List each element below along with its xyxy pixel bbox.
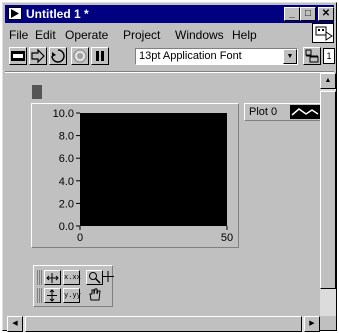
plot-legend-swatch[interactable]	[290, 105, 320, 119]
edit-text-button[interactable]	[9, 47, 27, 65]
hand-pan-icon	[89, 288, 101, 301]
align-objects-icon	[305, 49, 319, 63]
run-button[interactable]	[29, 47, 47, 65]
run-continuous-icon	[51, 49, 65, 63]
pause-button[interactable]	[91, 47, 109, 65]
minimize-button[interactable]: _	[284, 7, 300, 21]
menu-help[interactable]: Help	[232, 28, 257, 42]
toolbar-divider	[5, 71, 334, 73]
x-scale-lock-button[interactable]	[44, 270, 61, 285]
menu-project[interactable]: Project	[123, 28, 160, 42]
x-format-button[interactable]: x.xx	[63, 270, 81, 285]
y-scale-lock-icon	[47, 289, 57, 302]
horizontal-scroll-thumb[interactable]	[25, 316, 302, 332]
zoom-button[interactable]	[86, 270, 103, 285]
window-title: Untitled 1 *	[26, 7, 89, 21]
abort-button[interactable]	[71, 47, 89, 65]
maximize-button[interactable]: □	[300, 7, 316, 21]
palette-grip	[37, 270, 42, 285]
y-tick-label: 10.0	[53, 108, 74, 120]
waveform-line-icon	[291, 108, 319, 116]
run-continuously-button[interactable]	[49, 47, 67, 65]
front-panel[interactable]: 10.0 8.0 6.0 4.0 2.0 0.0 0 50 Plot 0 x.xx	[7, 75, 324, 314]
pause-icon	[96, 51, 104, 61]
menu-operate[interactable]: Operate	[65, 28, 108, 42]
scroll-left-button[interactable]: ◀	[7, 316, 23, 332]
x-tick-label: 50	[221, 232, 233, 244]
plot-legend-label: Plot 0	[249, 106, 278, 118]
vi-front-panel-window: Untitled 1 * _ □ ✕ File Edit Operate Pro…	[2, 2, 337, 332]
plot-area[interactable]	[80, 113, 227, 226]
vi-icon[interactable]	[312, 23, 334, 43]
menu-file[interactable]: File	[9, 28, 28, 42]
scroll-up-button[interactable]: ▲	[320, 73, 336, 89]
y-tick-label: 2.0	[59, 198, 74, 210]
y-tick-label: 4.0	[59, 176, 74, 188]
edit-text-icon	[11, 51, 25, 61]
scroll-right-button[interactable]: ▶	[304, 316, 320, 332]
align-objects-button[interactable]	[303, 47, 321, 65]
close-button[interactable]: ✕	[318, 7, 334, 21]
run-arrow-icon	[31, 48, 45, 64]
x-scale-lock-icon	[46, 273, 59, 283]
y-scale-lock-button[interactable]	[44, 288, 61, 303]
zoom-icon	[89, 272, 101, 284]
crosshair-button[interactable]	[102, 270, 114, 285]
crosshair-icon	[102, 271, 114, 282]
y-tick-label: 6.0	[59, 153, 74, 165]
y-tick-label: 0.0	[59, 221, 74, 233]
palette-grip	[37, 288, 42, 303]
graph-palette: x.xx y.yy	[33, 265, 114, 307]
y-format-button[interactable]: y.yy	[63, 288, 81, 303]
pan-button[interactable]	[86, 288, 103, 303]
y-tick-label: 8.0	[59, 131, 74, 143]
title-bar[interactable]: Untitled 1 * _ □ ✕	[5, 5, 334, 23]
plot-legend[interactable]: Plot 0	[244, 103, 324, 121]
vertical-scrollbar[interactable]: ▲	[320, 73, 336, 316]
font-select[interactable]: 13pt Application Font ▼	[135, 48, 298, 65]
connector-pane-icon[interactable]: 1	[323, 48, 335, 64]
chevron-down-icon[interactable]: ▼	[283, 49, 297, 64]
menu-bar: File Edit Operate Project Windows Help	[5, 23, 334, 43]
menu-edit[interactable]: Edit	[35, 28, 56, 42]
labview-app-icon	[8, 7, 22, 20]
toolbar: 13pt Application Font ▼ 1	[5, 45, 335, 69]
font-select-value: 13pt Application Font	[139, 50, 242, 62]
horizontal-scrollbar[interactable]: ◀ ▶	[7, 316, 320, 332]
vertical-scroll-thumb[interactable]	[320, 91, 336, 289]
abort-icon	[73, 49, 87, 63]
waveform-graph-plot[interactable]: 10.0 8.0 6.0 4.0 2.0 0.00 50	[7, 75, 239, 245]
menu-windows[interactable]: Windows	[175, 28, 224, 42]
x-tick-label: 0	[77, 232, 83, 244]
